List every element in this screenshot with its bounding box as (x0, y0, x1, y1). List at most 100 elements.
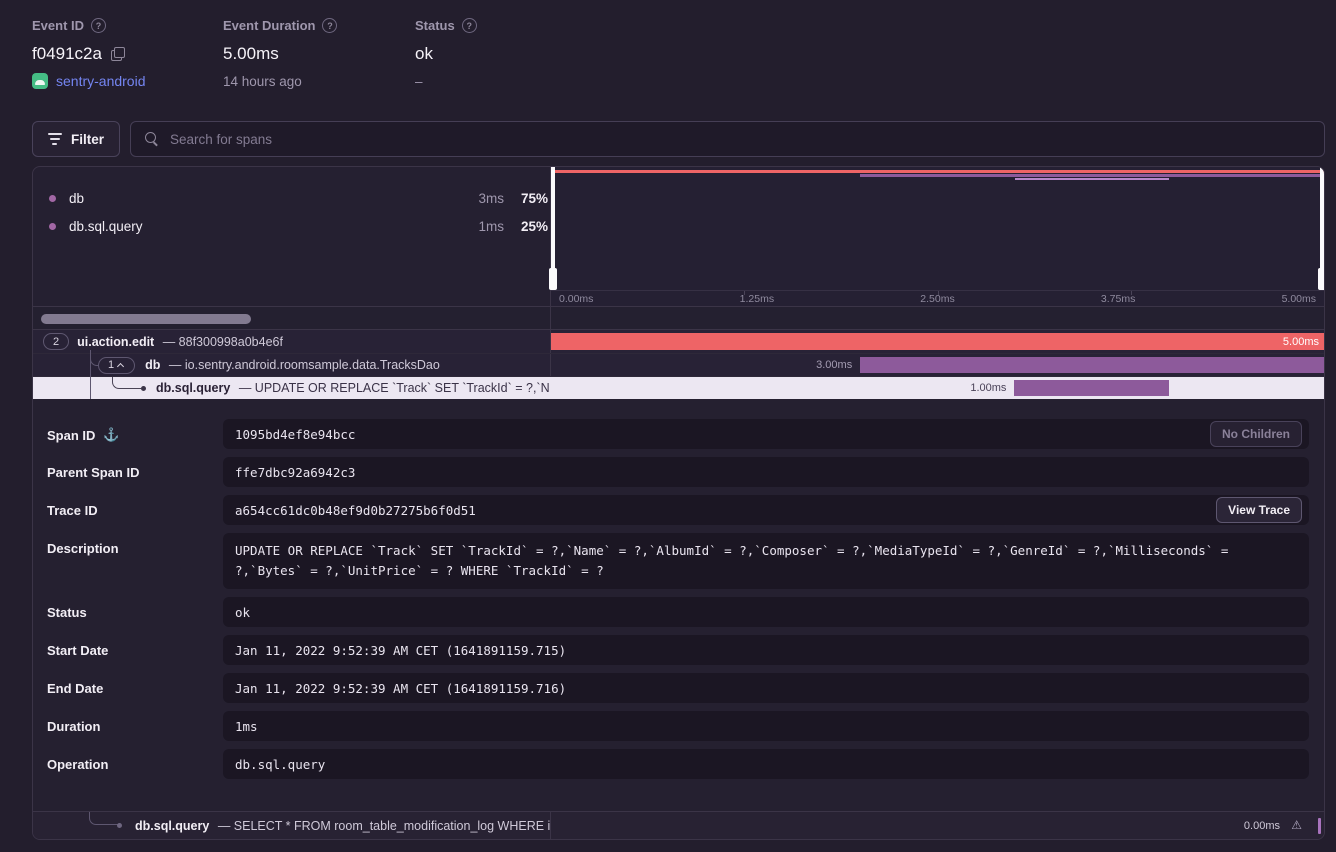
tree-leaf-dot (117, 823, 122, 828)
tree-leaf-dot (141, 386, 146, 391)
detail-value: UPDATE OR REPLACE `Track` SET `TrackId` … (235, 541, 1297, 581)
detail-value-box: UPDATE OR REPLACE `Track` SET `TrackId` … (223, 533, 1309, 589)
detail-value-box: db.sql.query (223, 749, 1309, 779)
event-duration-value: 5.00ms (223, 44, 415, 64)
detail-row-start-date: Start Date Jan 11, 2022 9:52:39 AM CET (… (47, 635, 1309, 665)
child-count-badge[interactable]: 2 (43, 333, 69, 350)
minimap-span-ui-action-edit (551, 170, 1324, 173)
span-description: — 88f300998a0b4e6f (163, 335, 283, 349)
event-id-label-row: Event ID (32, 18, 223, 33)
search-input[interactable] (170, 132, 1310, 147)
detail-value-box: ok (223, 597, 1309, 627)
detail-value: ok (235, 605, 250, 620)
detail-value-box: ffe7dbc92a6942c3 (223, 457, 1309, 487)
span-op: db.sql.query (135, 819, 209, 833)
child-count-badge[interactable]: 1 (98, 357, 135, 374)
span-duration-label: 3.00ms (816, 354, 852, 377)
detail-row-description: Description UPDATE OR REPLACE `Track` SE… (47, 533, 1309, 589)
help-icon[interactable] (91, 18, 106, 33)
detail-label: Span ID (47, 428, 95, 443)
span-row-db-sql-query-select[interactable]: db.sql.query — SELECT * FROM room_table_… (33, 811, 1324, 839)
timeline-minimap[interactable]: 0.00ms 1.25ms 2.50ms 3.75ms 5.00ms (550, 167, 1324, 306)
span-bar (860, 357, 1324, 373)
tree-scrollbar-row (33, 306, 1324, 330)
help-icon[interactable] (462, 18, 477, 33)
span-description: — SELECT * FROM room_table_modification_… (218, 819, 550, 833)
span-name-cell: db.sql.query — UPDATE OR REPLACE `Track`… (33, 377, 550, 399)
detail-value-box: Jan 11, 2022 9:52:39 AM CET (1641891159.… (223, 673, 1309, 703)
minimap-span-db (860, 174, 1324, 177)
span-name-cell: 2 ui.action.edit — 88f300998a0b4e6f (33, 330, 550, 353)
span-duration-label: 5.00ms (1283, 336, 1319, 348)
copy-icon[interactable] (111, 47, 125, 61)
warning-triangle-icon (1291, 818, 1302, 832)
status-label: Status (415, 18, 455, 33)
span-title: db.sql.query — UPDATE OR REPLACE `Track`… (156, 381, 550, 395)
span-op: db.sql.query (156, 381, 230, 395)
detail-label: Status (47, 605, 87, 620)
filter-button[interactable]: Filter (32, 121, 120, 157)
span-search-bar[interactable] (130, 121, 1325, 157)
span-row-db[interactable]: 1 db — io.sentry.android.roomsample.data… (33, 353, 1324, 376)
tree-scrollbar-track[interactable] (33, 307, 550, 329)
detail-value: ffe7dbc92a6942c3 (235, 465, 355, 480)
anchor-icon[interactable] (103, 427, 119, 443)
status-subtext: – (415, 74, 477, 89)
minimap-left-handle[interactable] (551, 167, 555, 290)
span-bar: 5.00ms (551, 333, 1324, 350)
child-count: 1 (108, 359, 114, 371)
detail-value: a654cc61dc0b48ef9d0b27275b6f0d51 (235, 503, 476, 518)
op-color-dot (49, 223, 56, 230)
event-duration-label: Event Duration (223, 18, 315, 33)
detail-row-duration: Duration 1ms (47, 711, 1309, 741)
filter-lines-icon (48, 133, 62, 145)
span-name-cell: 1 db — io.sentry.android.roomsample.data… (33, 354, 550, 376)
filter-button-label: Filter (71, 132, 104, 147)
project-link[interactable]: sentry-android (56, 73, 146, 89)
status-value: ok (415, 44, 477, 64)
event-duration-column: Event Duration 5.00ms 14 hours ago (223, 18, 415, 89)
span-timeline-cell: 5.00ms (550, 330, 1324, 353)
legend-item-db: db 3ms 75% (33, 184, 550, 212)
detail-row-operation: Operation db.sql.query (47, 749, 1309, 779)
legend-item-db-sql-query: db.sql.query 1ms 25% (33, 212, 550, 240)
op-breakdown-legend: db 3ms 75% db.sql.query 1ms 25% (33, 167, 550, 306)
detail-value-box: 1ms (223, 711, 1309, 741)
android-project-icon (32, 73, 48, 89)
detail-value: 1095bd4ef8e94bcc (235, 427, 355, 442)
time-axis: 0.00ms 1.25ms 2.50ms 3.75ms 5.00ms (551, 290, 1324, 306)
span-timeline-cell: 3.00ms (550, 354, 1324, 376)
status-column: Status ok – (415, 18, 477, 89)
view-trace-button[interactable]: View Trace (1216, 497, 1302, 523)
tree-scrollbar-thumb[interactable] (41, 314, 251, 324)
axis-tick (938, 291, 939, 295)
detail-label: Duration (47, 719, 100, 734)
span-row-db-sql-query-selected[interactable]: db.sql.query — UPDATE OR REPLACE `Track`… (33, 376, 1324, 399)
search-icon (145, 132, 159, 146)
legend-op-name: db (69, 191, 458, 206)
span-title: ui.action.edit — 88f300998a0b4e6f (77, 335, 283, 349)
legend-op-percent: 75% (504, 191, 548, 206)
span-op: db (145, 358, 160, 372)
help-icon[interactable] (322, 18, 337, 33)
detail-value: 1ms (235, 719, 258, 734)
detail-value-box: Jan 11, 2022 9:52:39 AM CET (1641891159.… (223, 635, 1309, 665)
tree-connector (90, 354, 98, 366)
axis-tick (1131, 291, 1132, 295)
span-description: — io.sentry.android.roomsample.data.Trac… (169, 358, 440, 372)
minimap-span-db-sql-query (1015, 178, 1170, 180)
legend-op-duration: 1ms (458, 219, 504, 234)
legend-op-name: db.sql.query (69, 219, 458, 234)
detail-value: db.sql.query (235, 757, 325, 772)
detail-row-status: Status ok (47, 597, 1309, 627)
span-row-ui-action-edit[interactable]: 2 ui.action.edit — 88f300998a0b4e6f 5.00… (33, 330, 1324, 353)
detail-value-box: 1095bd4ef8e94bcc No Children (223, 419, 1309, 449)
event-duration-ago: 14 hours ago (223, 74, 415, 89)
span-op: ui.action.edit (77, 335, 154, 349)
minimap-right-handle[interactable] (1320, 167, 1324, 290)
detail-value-box: a654cc61dc0b48ef9d0b27275b6f0d51 View Tr… (223, 495, 1309, 525)
detail-row-trace-id: Trace ID a654cc61dc0b48ef9d0b27275b6f0d5… (47, 495, 1309, 525)
event-id-label: Event ID (32, 18, 84, 33)
span-duration-label: 0.00ms (1244, 812, 1280, 840)
detail-label: Parent Span ID (47, 465, 139, 480)
